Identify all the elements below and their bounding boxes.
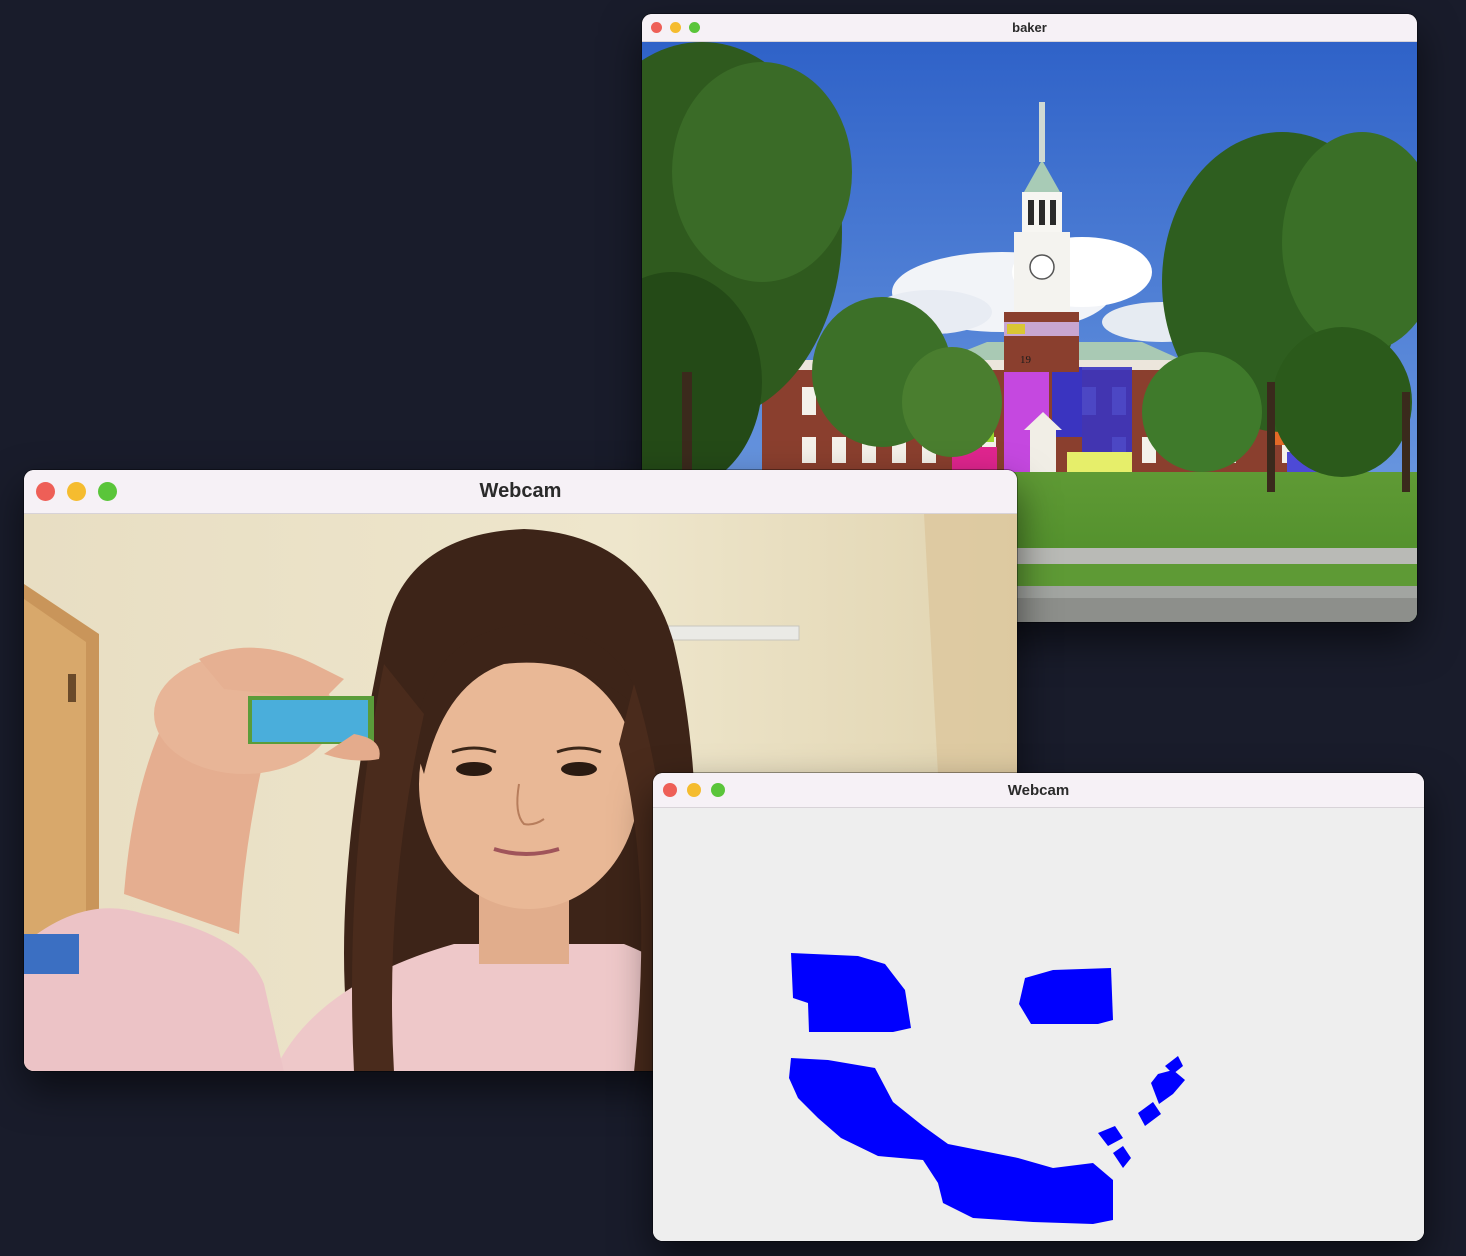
close-button[interactable]: [36, 482, 55, 501]
window-controls: [663, 773, 725, 807]
minimize-button[interactable]: [670, 22, 681, 33]
window-controls: [651, 14, 700, 41]
webcam-mask-window[interactable]: Webcam: [653, 773, 1424, 1241]
minimize-button[interactable]: [67, 482, 86, 501]
baker-titlebar[interactable]: baker: [642, 14, 1417, 42]
minimize-button[interactable]: [687, 783, 701, 797]
paint-canvas[interactable]: [653, 808, 1424, 1241]
mask-blob-right-eye: [1019, 968, 1113, 1024]
window-controls: [36, 470, 117, 513]
tracked-object: [252, 700, 368, 742]
window-title: Webcam: [1007, 781, 1070, 799]
close-button[interactable]: [651, 22, 662, 33]
webcam-titlebar[interactable]: Webcam: [24, 470, 1017, 514]
zoom-button[interactable]: [711, 783, 725, 797]
webcam-mask-titlebar[interactable]: Webcam: [653, 773, 1424, 808]
window-title: Webcam: [479, 480, 562, 502]
zoom-button[interactable]: [98, 482, 117, 501]
zoom-button[interactable]: [689, 22, 700, 33]
close-button[interactable]: [663, 783, 677, 797]
window-title: baker: [1012, 20, 1047, 35]
tower-year-text: 19: [1020, 354, 1032, 366]
